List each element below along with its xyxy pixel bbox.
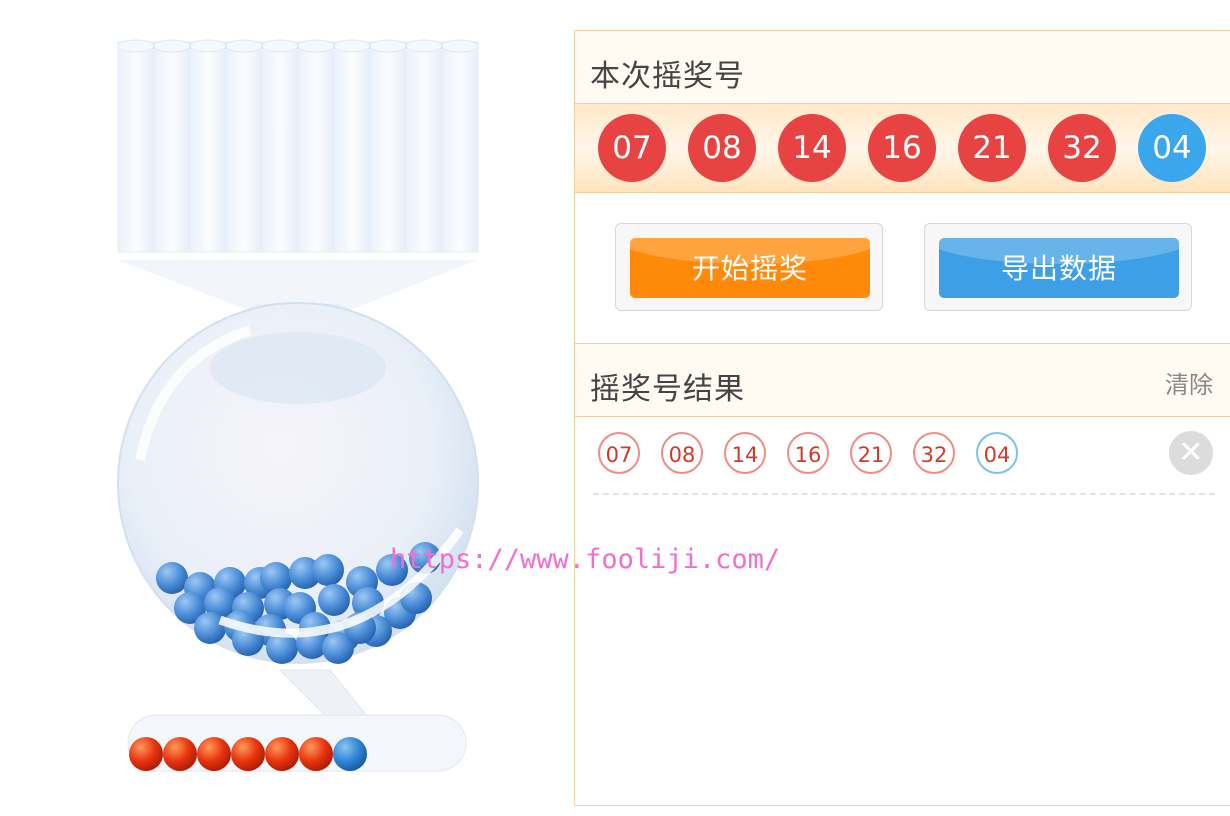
watermark: https://www.fooliji.com/ [390,544,781,575]
output-ball [333,737,367,771]
start-button-frame: 开始摇奖 [615,223,883,311]
tube [297,41,335,253]
current-ball: 08 [688,114,756,182]
result-ball: 07 [598,432,640,474]
tube-top [441,39,479,53]
machine-ball [318,584,350,616]
export-button-frame: 导出数据 [924,223,1192,311]
ball-tubes [117,39,479,253]
tube [369,41,407,253]
current-draw-balls: 07 08 14 16 21 32 04 [575,104,1230,193]
tube [333,41,371,253]
tube [405,41,443,253]
close-icon[interactable]: ✕ [1169,431,1213,475]
tube-top [261,39,299,53]
current-draw-title: 本次摇奖号 [590,59,745,94]
start-draw-button[interactable]: 开始摇奖 [630,238,870,298]
current-ball: 32 [1048,114,1116,182]
output-ball [197,737,231,771]
tube-top [117,39,155,53]
tube-top [405,39,443,53]
tube-top [297,39,335,53]
export-data-label: 导出数据 [1000,252,1117,285]
output-ball [299,737,333,771]
clear-results-link[interactable]: 清除 [1165,365,1213,400]
lottery-machine [100,30,500,790]
tube-top [225,39,263,53]
result-ball: 14 [724,432,766,474]
start-draw-label: 开始摇奖 [691,252,808,285]
output-ball [163,737,197,771]
tube-top [153,39,191,53]
current-ball: 04 [1138,114,1206,182]
output-ball [129,737,163,771]
tube [441,41,479,253]
machine-ball [156,562,188,594]
output-ball [231,737,265,771]
tube-top [369,39,407,53]
current-draw-header: 本次摇奖号 [575,31,1230,104]
tube-top [333,39,371,53]
draw-panel: 本次摇奖号 07 08 14 16 21 32 04 开始摇奖 导出数据 摇奖号结果 清除 … [574,30,1230,806]
lottery-machine-graphic [117,39,479,772]
current-ball: 07 [598,114,666,182]
tube-top [189,39,227,53]
result-row: ✕ 07 08 14 16 21 32 04 [593,429,1215,495]
output-ball [265,737,299,771]
export-data-button[interactable]: 导出数据 [939,238,1179,298]
results-title: 摇奖号结果 [590,372,745,407]
machine-ball [312,554,344,586]
tube [153,41,191,253]
result-ball: 16 [787,432,829,474]
tube [189,41,227,253]
result-ball: 32 [913,432,955,474]
current-ball: 21 [958,114,1026,182]
current-ball: 14 [778,114,846,182]
result-ball: 21 [850,432,892,474]
tube [225,41,263,253]
result-ball: 04 [976,432,1018,474]
result-ball: 08 [661,432,703,474]
current-ball: 16 [868,114,936,182]
tube [117,41,155,253]
tube [261,41,299,253]
results-header: 摇奖号结果 清除 [575,343,1230,417]
